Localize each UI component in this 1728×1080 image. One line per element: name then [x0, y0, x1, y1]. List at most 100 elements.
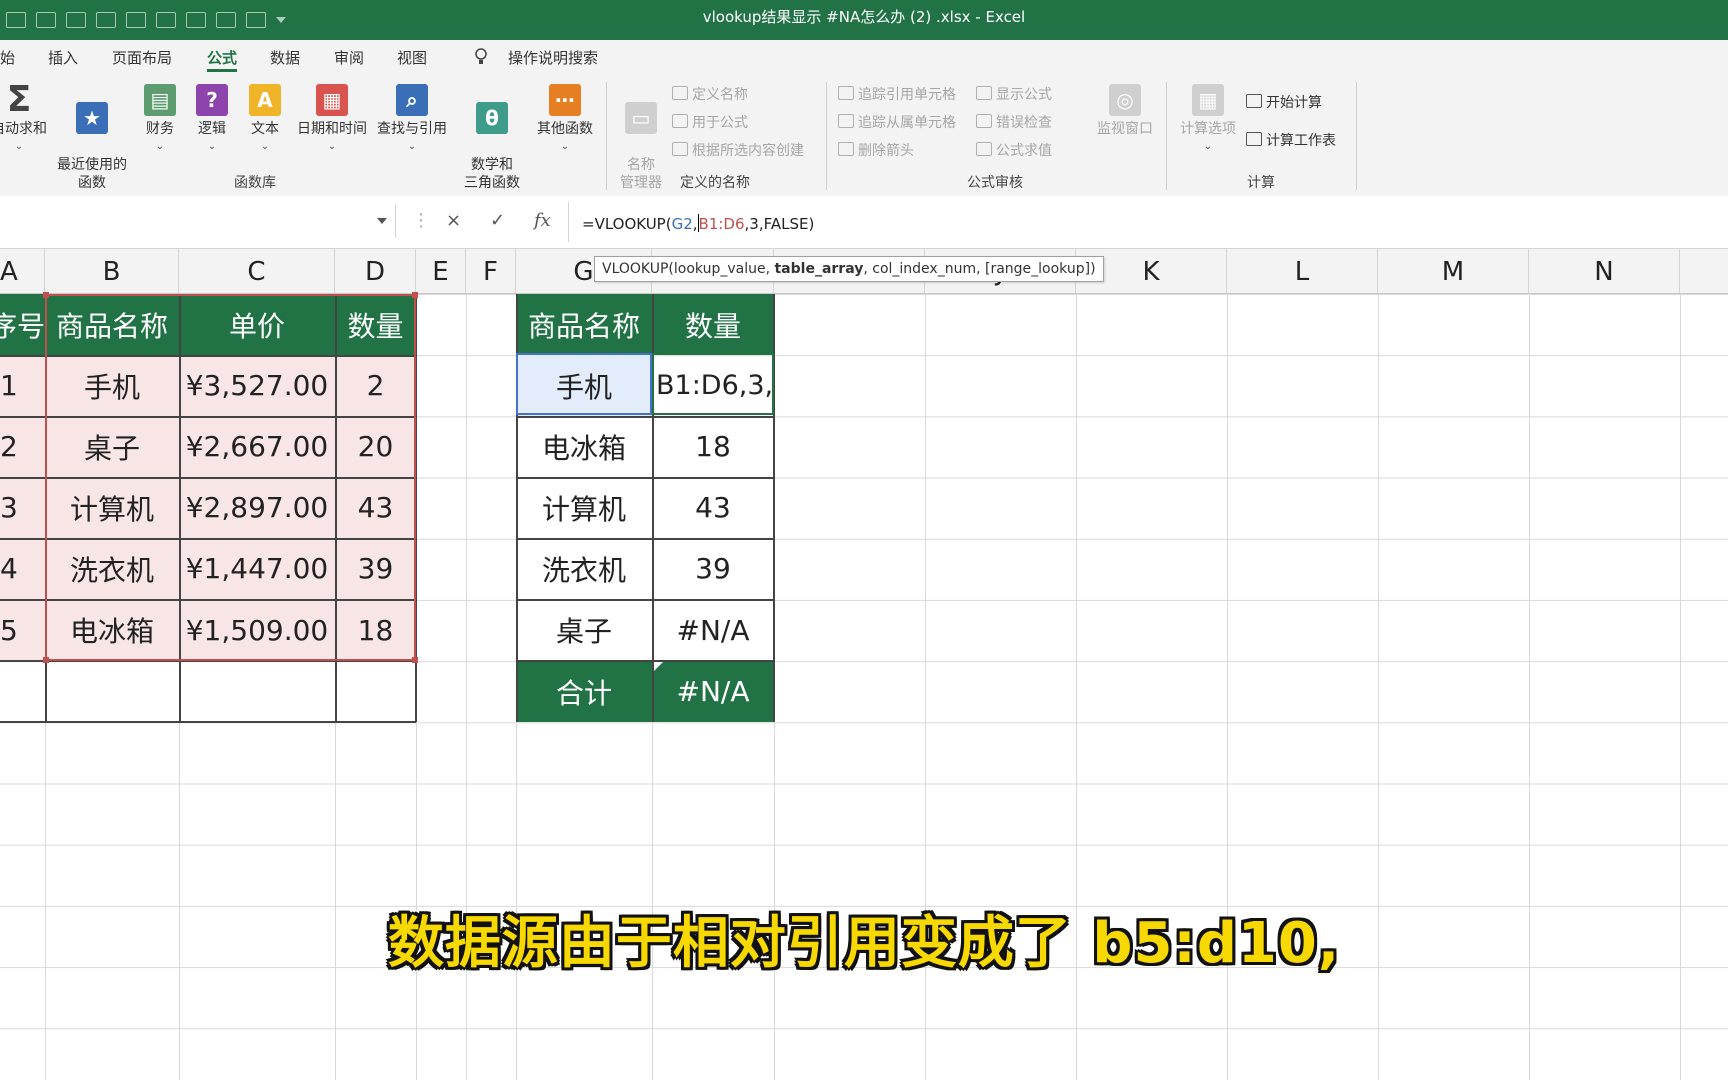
- table-row-qty[interactable]: 39: [335, 538, 416, 599]
- table-row-qty[interactable]: 18: [335, 599, 416, 661]
- table-row-qty[interactable]: 20: [335, 416, 416, 477]
- total-value-cell[interactable]: #N/A: [652, 661, 774, 722]
- chevron-down-icon: ⌄: [14, 141, 24, 152]
- create-from-selection-button[interactable]: 根据所选内容创建: [672, 142, 804, 160]
- watch-window-button[interactable]: ◎ 监视窗口: [1092, 84, 1158, 138]
- table-row-index[interactable]: 5: [0, 599, 45, 661]
- table-row-name[interactable]: 计算机: [45, 477, 179, 538]
- eraser-icon: [838, 142, 854, 156]
- evaluate-icon: [976, 142, 992, 156]
- list-item-name[interactable]: 电冰箱: [516, 416, 652, 477]
- tell-me-search[interactable]: 操作说明搜索: [508, 40, 598, 76]
- remove-arrows-button[interactable]: 删除箭头: [838, 142, 914, 160]
- column-header-d[interactable]: D: [335, 249, 416, 293]
- table-row-index[interactable]: 4: [0, 538, 45, 599]
- fx-icon: [672, 114, 688, 128]
- editing-cell[interactable]: B1:D6,3,: [652, 355, 774, 416]
- table-row-price[interactable]: ¥1,447.00: [179, 538, 335, 599]
- table-row-qty[interactable]: 43: [335, 477, 416, 538]
- column-header-l[interactable]: L: [1227, 249, 1378, 293]
- column-header-n[interactable]: N: [1529, 249, 1680, 293]
- cancel-icon[interactable]: ×: [446, 210, 461, 231]
- math-trig-button[interactable]: θ 数学和 三角函数: [454, 84, 530, 192]
- table-row-price[interactable]: ¥1,509.00: [179, 599, 335, 661]
- table-row-price[interactable]: ¥3,527.00: [179, 355, 335, 416]
- define-name-button[interactable]: 定义名称: [672, 86, 748, 104]
- list-item-qty[interactable]: 39: [652, 538, 774, 599]
- calculator-icon: ▦: [1192, 84, 1224, 116]
- error-checking-button[interactable]: 错误检查: [976, 114, 1052, 132]
- chevron-down-icon: ⌄: [327, 141, 337, 152]
- table-row-name[interactable]: 手机: [45, 355, 179, 416]
- tab-review[interactable]: 审阅: [334, 40, 364, 76]
- column-header-a[interactable]: A: [0, 249, 45, 293]
- list-item-qty[interactable]: 43: [652, 477, 774, 538]
- table-row-qty[interactable]: 2: [335, 355, 416, 416]
- show-formulas-icon: [976, 86, 992, 100]
- calc-sheet-button[interactable]: 计算工作表: [1246, 132, 1336, 150]
- recent-functions-button[interactable]: ★ 最近使用的 函数: [54, 84, 130, 192]
- formula-input[interactable]: =VLOOKUP(G2,B1:D6,3,FALSE): [582, 214, 814, 233]
- text-button[interactable]: A 文本 ⌄: [245, 84, 285, 156]
- show-formulas-button[interactable]: 显示公式: [976, 86, 1052, 104]
- lookup-reference-button[interactable]: ⌕ 查找与引用 ⌄: [374, 84, 450, 156]
- ribbon-separator: [1356, 82, 1357, 190]
- question-icon: ?: [196, 84, 228, 116]
- tab-home[interactable]: 始: [0, 40, 15, 76]
- list-item-name[interactable]: 洗衣机: [516, 538, 652, 599]
- tab-view[interactable]: 视图: [397, 40, 427, 76]
- column-header-f[interactable]: F: [466, 249, 516, 293]
- table-row-index[interactable]: 2: [0, 416, 45, 477]
- tab-page-layout[interactable]: 页面布局: [112, 40, 172, 76]
- trace-precedents-button[interactable]: 追踪引用单元格: [838, 86, 956, 104]
- column-header-m[interactable]: M: [1378, 249, 1529, 293]
- chevron-down-icon: ⌄: [1203, 141, 1213, 152]
- list-item-qty[interactable]: #N/A: [652, 599, 774, 661]
- table-row-name[interactable]: 洗衣机: [45, 538, 179, 599]
- left-header-name[interactable]: 商品名称: [45, 294, 179, 355]
- date-time-button[interactable]: ▦ 日期和时间 ⌄: [294, 84, 370, 156]
- right-header-name[interactable]: 商品名称: [516, 294, 652, 355]
- column-header-c[interactable]: C: [179, 249, 335, 293]
- column-header-e[interactable]: E: [416, 249, 466, 293]
- tab-data[interactable]: 数据: [270, 40, 300, 76]
- calendar-icon: ▦: [316, 84, 348, 116]
- financial-button[interactable]: ▤ 财务 ⌄: [140, 84, 180, 156]
- enter-icon[interactable]: ✓: [490, 210, 505, 231]
- glasses-icon: ◎: [1109, 84, 1141, 116]
- right-header-qty[interactable]: 数量: [652, 294, 774, 355]
- logical-button[interactable]: ? 逻辑 ⌄: [192, 84, 232, 156]
- calc-now-button[interactable]: 开始计算: [1246, 94, 1322, 112]
- column-header-b[interactable]: B: [45, 249, 179, 293]
- autosum-button[interactable]: Σ 自动求和 ⌄: [0, 82, 50, 156]
- fx-icon[interactable]: fx: [534, 210, 551, 231]
- lookup-key-cell[interactable]: 手机: [516, 355, 652, 416]
- tell-me-icon: [474, 40, 488, 76]
- left-header-index[interactable]: 序号: [0, 294, 45, 355]
- more-functions-button[interactable]: ⋯ 其他函数 ⌄: [534, 84, 596, 156]
- left-header-qty[interactable]: 数量: [335, 294, 416, 355]
- table-row-index[interactable]: 1: [0, 355, 45, 416]
- total-label-cell[interactable]: 合计: [516, 661, 652, 722]
- tab-insert[interactable]: 插入: [48, 40, 78, 76]
- list-item-name[interactable]: 桌子: [516, 599, 652, 661]
- left-header-price[interactable]: 单价: [179, 294, 335, 355]
- name-box[interactable]: [0, 204, 396, 238]
- chevron-down-icon[interactable]: [377, 218, 387, 224]
- calc-options-button[interactable]: ▦ 计算选项 ⌄: [1176, 84, 1240, 156]
- table-row-name[interactable]: 电冰箱: [45, 599, 179, 661]
- evaluate-formula-button[interactable]: 公式求值: [976, 142, 1052, 160]
- list-item-qty[interactable]: 18: [652, 416, 774, 477]
- table-row-name[interactable]: 桌子: [45, 416, 179, 477]
- list-item-name[interactable]: 计算机: [516, 477, 652, 538]
- name-manager-button[interactable]: ▭ 名称 管理器: [616, 84, 666, 192]
- more-icon: ⋮: [412, 210, 430, 231]
- use-in-formula-button[interactable]: 用于公式: [672, 114, 748, 132]
- table-row-price[interactable]: ¥2,667.00: [179, 416, 335, 477]
- group-label-calculation: 计算: [1247, 175, 1275, 191]
- table-row-price[interactable]: ¥2,897.00: [179, 477, 335, 538]
- tab-formulas[interactable]: 公式: [207, 40, 238, 76]
- table-row-index[interactable]: 3: [0, 477, 45, 538]
- trace-dependents-button[interactable]: 追踪从属单元格: [838, 114, 956, 132]
- sheet-calc-icon: [1246, 132, 1262, 146]
